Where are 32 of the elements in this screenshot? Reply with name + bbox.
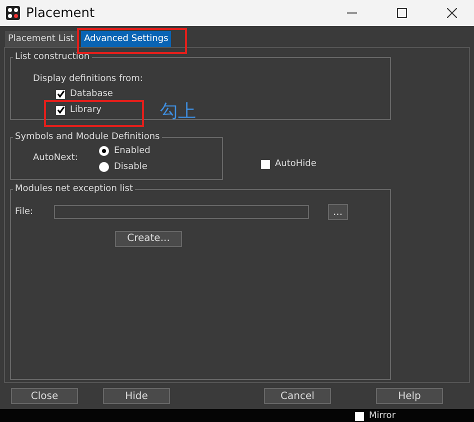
group-title: Modules net exception list bbox=[14, 184, 134, 194]
dialog-button[interactable]: Help bbox=[376, 388, 443, 404]
dialog-button[interactable]: Hide bbox=[103, 388, 170, 404]
dialog-button[interactable]: Close bbox=[11, 388, 78, 404]
checkbox[interactable] bbox=[56, 90, 65, 98]
file-field[interactable] bbox=[54, 205, 309, 219]
tab[interactable]: Advanced Settings bbox=[81, 31, 172, 47]
app-icon bbox=[6, 6, 20, 20]
radio-label: Disable bbox=[114, 162, 148, 172]
radio-label: Enabled bbox=[114, 146, 150, 156]
annotation-text: 勾上 bbox=[160, 100, 196, 123]
group-title: List construction bbox=[14, 52, 91, 62]
checkbox[interactable] bbox=[56, 106, 65, 114]
maximize-icon bbox=[397, 8, 407, 18]
close-icon bbox=[447, 8, 457, 18]
checkbox-label: Mirror bbox=[369, 410, 396, 422]
radio-button[interactable] bbox=[99, 146, 109, 156]
create-button[interactable]: Create... bbox=[115, 230, 182, 246]
radio-button[interactable] bbox=[99, 162, 109, 172]
checkbox-label: Library bbox=[70, 105, 102, 115]
checkbox[interactable] bbox=[261, 160, 270, 168]
tab[interactable]: Placement List bbox=[5, 31, 78, 47]
checkbox[interactable] bbox=[355, 412, 364, 421]
dialog-button[interactable]: Cancel bbox=[264, 388, 331, 404]
field-label: File: bbox=[15, 207, 34, 217]
window-title: Placement bbox=[26, 6, 96, 20]
checkbox-label: AutoHide bbox=[275, 159, 316, 169]
browse-button[interactable]: ... bbox=[328, 204, 348, 220]
field-label: Display definitions from: bbox=[33, 74, 143, 84]
group-title: Symbols and Module Definitions bbox=[14, 132, 161, 142]
checkbox-label: Database bbox=[70, 89, 113, 99]
field-label: AutoNext: bbox=[33, 153, 78, 163]
